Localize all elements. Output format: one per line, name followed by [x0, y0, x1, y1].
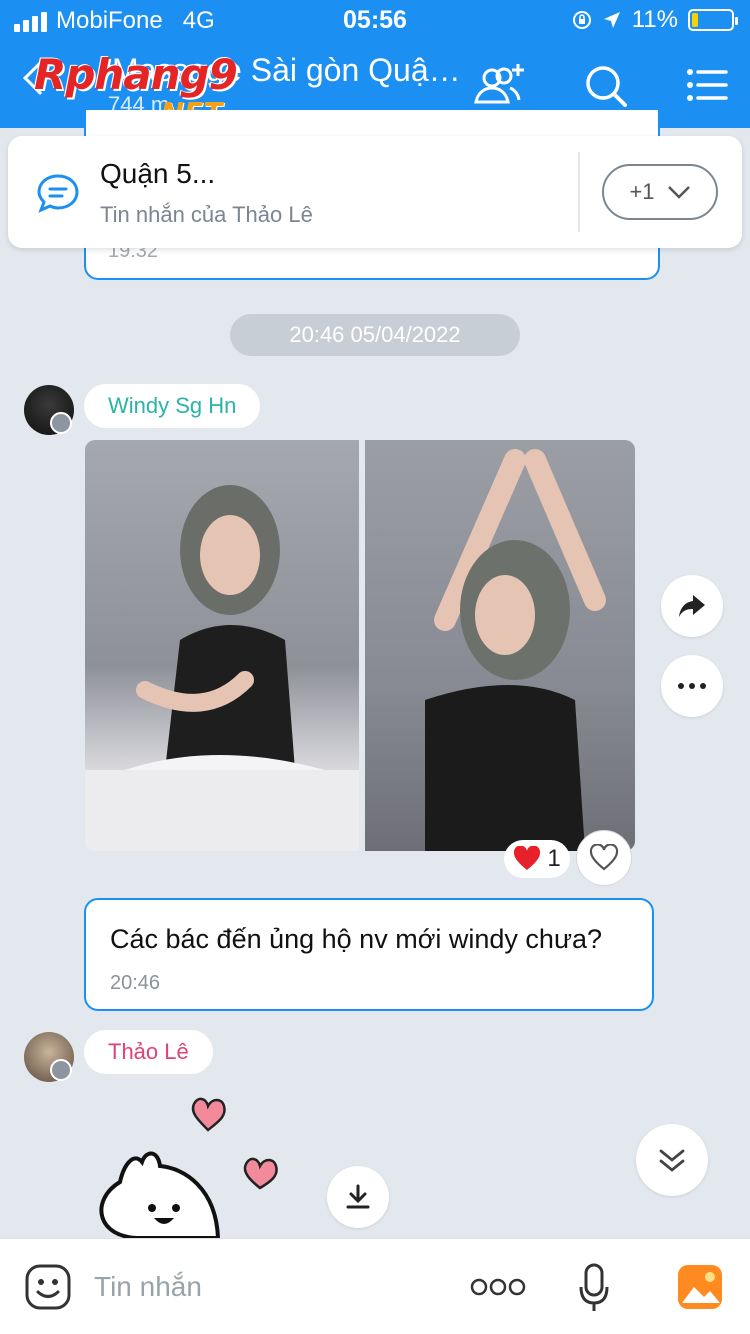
photo-figure — [425, 449, 606, 851]
divider — [578, 152, 580, 232]
battery-percent: 11% — [631, 6, 678, 33]
pinned-more-label: +1 — [629, 179, 655, 204]
watermark-logo: Rphang9 — [34, 50, 238, 99]
download-icon — [346, 1184, 370, 1209]
more-apps-icon[interactable] — [470, 1277, 526, 1297]
pinned-subtitle: Tin nhắn của Thảo Lê — [100, 202, 313, 227]
key-badge-icon — [50, 1059, 72, 1081]
heart-reaction-icon — [514, 846, 541, 870]
sender-name[interactable]: Thảo Lê — [84, 1030, 213, 1074]
status-icons: 11% — [572, 6, 738, 34]
chat-header: MobiFone 4G 05:56 11% Massage Sài gòn Qu… — [0, 0, 750, 129]
status-bar: MobiFone 4G 05:56 11% — [0, 0, 750, 40]
message-input[interactable]: Tin nhắn — [94, 1271, 202, 1303]
like-button[interactable] — [576, 830, 632, 886]
add-member-icon[interactable] — [468, 56, 528, 116]
reaction-summary[interactable]: 1 — [504, 840, 570, 878]
pinned-message-card[interactable]: Quận 5... Tin nhắn của Thảo Lê +1 — [8, 136, 742, 248]
microphone-icon[interactable] — [578, 1263, 610, 1313]
share-button[interactable] — [661, 575, 723, 637]
gallery-icon[interactable] — [676, 1263, 724, 1311]
key-badge-icon — [50, 412, 72, 434]
more-horizontal-icon — [678, 683, 706, 689]
scroll-to-bottom-button[interactable] — [636, 1124, 708, 1196]
emoji-icon[interactable] — [24, 1263, 72, 1311]
location-icon — [603, 12, 620, 28]
battery-icon — [688, 9, 738, 31]
double-chevron-down-icon — [659, 1149, 685, 1172]
sender-name[interactable]: Windy Sg Hn — [84, 384, 261, 428]
menu-icon[interactable] — [676, 56, 736, 116]
message-bubble[interactable]: Các bác đến ủng hộ nv mới windy chưa? 20… — [84, 898, 654, 1011]
message-input-bar: Tin nhắn — [0, 1238, 750, 1334]
chat-bubble-icon — [37, 174, 79, 213]
sticker-image[interactable] — [90, 1090, 310, 1238]
date-separator: 20:46 05/04/2022 — [230, 314, 520, 356]
photo-2[interactable] — [365, 440, 635, 851]
search-icon[interactable] — [575, 56, 635, 116]
message-time: 20:46 — [110, 972, 161, 994]
pinned-more-button[interactable]: +1 — [602, 164, 718, 220]
message-text: Các bác đến ủng hộ nv mới windy chưa? — [110, 924, 603, 954]
chevron-down-icon — [667, 186, 690, 199]
share-arrow-icon — [679, 595, 705, 617]
reaction-count: 1 — [547, 845, 561, 872]
heart-outline-icon — [589, 844, 619, 871]
photo-figure — [85, 485, 359, 851]
lock-rotation-icon — [572, 11, 591, 29]
pinned-title: Quận 5... — [100, 158, 216, 189]
download-button[interactable] — [327, 1166, 389, 1228]
photo-1[interactable] — [85, 440, 359, 851]
more-options-button[interactable] — [661, 655, 723, 717]
